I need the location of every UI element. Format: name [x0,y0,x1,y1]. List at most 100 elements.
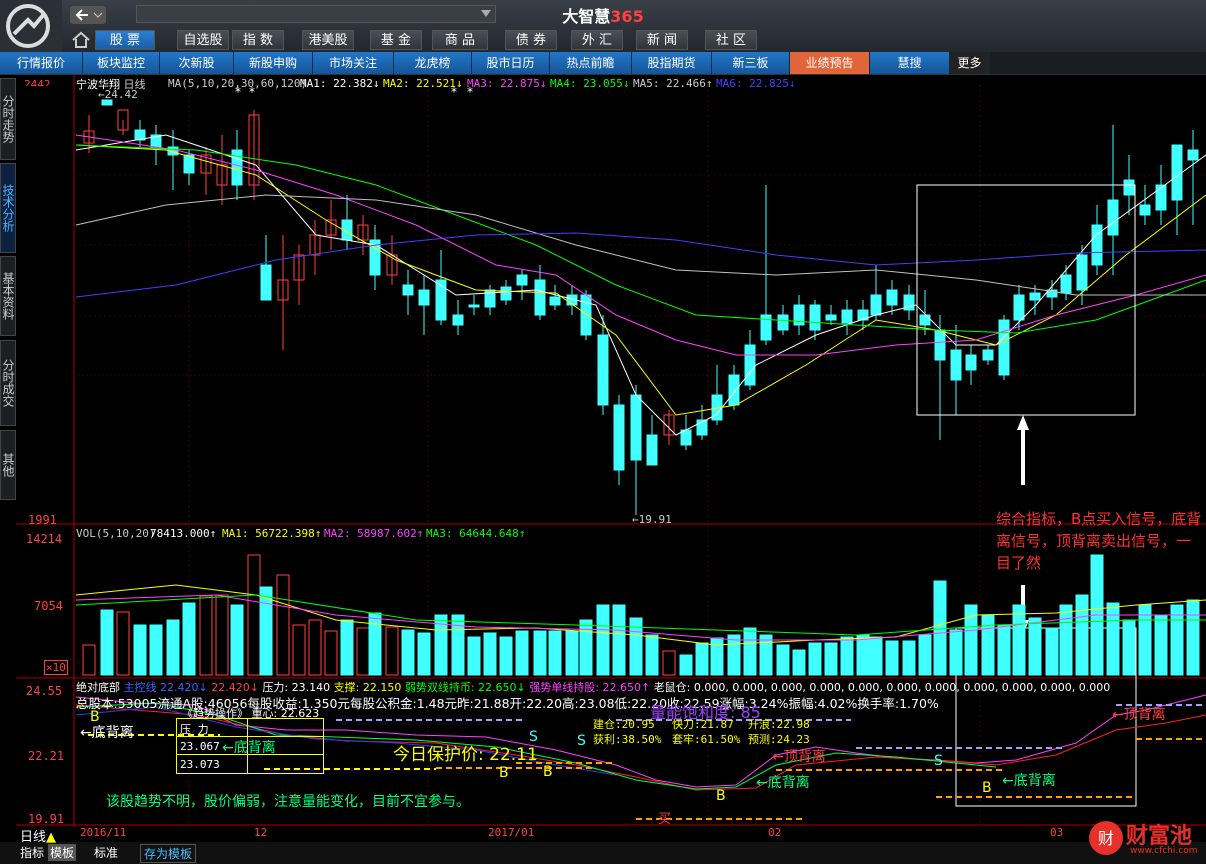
period-selector[interactable]: 日线▲ [20,826,56,845]
vol-ma1: MA1: 56722.398↑ [222,527,322,540]
volume-bar [695,642,709,676]
candle-body [919,314,931,326]
x-tick: 03 [1050,826,1064,839]
y-top-label: 2442 [24,78,51,86]
volume-bar [808,642,822,676]
candle-body [1029,292,1041,301]
div-label: ←底背离 [80,725,134,741]
nav-main-item[interactable]: 基 金 [370,30,422,50]
candle-body [418,289,430,306]
stat-taolao: 套牢:61.50% [672,733,741,746]
ma6-line [75,232,1206,298]
volume-bar [645,634,659,676]
nav-main-item[interactable]: 指 数 [232,30,284,50]
nav-sub-item[interactable]: 龙虎榜 [394,52,472,74]
candle-body [500,286,512,301]
watermark-url: www.cfchi.com [1130,846,1198,856]
b-signal: B [716,788,726,804]
candle-body [1171,144,1183,201]
candle-body [886,289,898,306]
s-signal: S [934,753,943,769]
nav-sub-item[interactable]: 市场关注 [313,52,394,74]
volume-bar [1186,599,1200,676]
volume-bar [100,609,114,676]
table-cell: 23.073 [180,758,220,771]
nav-main-item[interactable]: 债 券 [505,30,557,50]
div-label: ←底背离 [756,775,810,791]
volume-bar [933,580,947,676]
div-label: ←底背离 [1002,773,1056,789]
save-template-button[interactable]: 存为模板 [140,844,197,863]
candle-body [534,279,546,316]
nav-sub-item[interactable]: 新三板 [712,52,790,74]
volume-bar [451,614,465,676]
side-tab[interactable]: 分时成交 [0,340,16,426]
nav-sub-item[interactable]: 业绩预告 [790,52,870,74]
buy-signal: 买 [658,812,672,827]
b-signal: B [982,780,992,796]
candle-body [1139,204,1151,216]
tab-indicator[interactable]: 指标 [20,844,44,861]
s-signal: S [529,729,538,745]
volume-bar [1012,604,1026,676]
nav-sub-item[interactable]: 更多 [950,52,990,74]
nav-main-item[interactable]: 商 品 [432,30,488,50]
candle-body [728,374,740,406]
highlight-box [916,184,1136,416]
stat-yuce: 预测:24.23 [748,733,810,746]
side-tab[interactable]: 其他 [0,430,16,500]
nav-sub-item[interactable]: 新股申购 [234,52,313,74]
nav-main-item[interactable]: 新 闻 [636,30,688,50]
volume-bar [515,630,529,676]
nav-sub-item[interactable]: 行情报价 [0,52,83,74]
candle-body [597,334,609,406]
nav-sub-item[interactable]: 股指期货 [632,52,712,74]
svg-text:财: 财 [1098,829,1114,848]
candle-body [934,329,946,361]
nav-main-item[interactable]: 外 汇 [571,30,623,50]
nav-sub-item[interactable]: 慧搜 [870,52,950,74]
tab-template[interactable]: 模板 [48,844,77,861]
stat-jiancang: 建仓:20.95 [593,718,655,731]
side-tab[interactable]: 分时走势 [0,78,16,160]
nav-main-item[interactable]: 自选股 [177,30,229,50]
volume-bar [662,650,676,676]
nav-main-item[interactable]: 社 区 [705,30,757,50]
candle-body [1013,294,1025,321]
tab-standard[interactable]: 标准 [94,844,118,861]
stat-huoli: 获利:38.50% [593,733,662,746]
volume-bar [981,614,995,676]
nav-sub-item[interactable]: 次新股 [160,52,234,74]
side-tab[interactable]: 基本资料 [0,256,16,336]
side-tab[interactable]: 技术分析 [0,163,16,253]
volume-bar [1059,604,1073,676]
volume-bar [385,626,399,676]
candle-body [549,296,561,306]
volume-bar [776,644,790,676]
volume-bar [824,642,838,676]
nav-main-item[interactable]: 股 票 [95,30,155,50]
volume-bar [259,586,273,676]
candle-body [1076,254,1088,291]
candle-body [965,354,977,371]
table-cell: 23.067 [180,740,220,753]
volume-bar [1028,617,1042,676]
volume-bar [133,624,147,676]
volume-bar [292,624,306,676]
home-icon[interactable] [70,31,92,49]
watermark-logo: 财 财富池 www.cfchi.com [1086,818,1204,860]
nav-main-item[interactable]: 港美股 [302,30,354,50]
ma5-value: MA5: 22.466↑ [633,77,713,90]
vol-y-top: 14214 [26,532,63,546]
nav-sub-item[interactable]: 热点前瞻 [550,52,632,74]
candle-body [516,274,528,286]
nav-sub-item[interactable]: 股市日历 [472,52,550,74]
table-cell: 压 力 [180,723,209,736]
candle-body [1187,149,1199,161]
y-bottom-label: 1991 [28,513,57,527]
candle-body [630,394,642,461]
candle-body [870,294,882,316]
nav-sub-item[interactable]: 板块监控 [83,52,160,74]
ma2-value: MA2: 22.521↓ [383,77,463,90]
volume-bar [949,629,963,676]
